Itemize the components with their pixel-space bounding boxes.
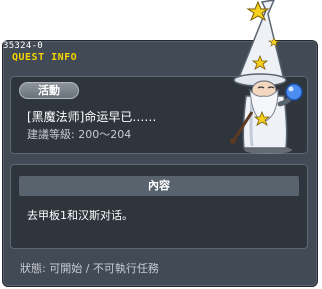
level-requirement: 建議等級: 200～204 [27,128,132,141]
quest-id: 35324-0 [3,41,44,51]
category-badge: 活動 [19,82,79,99]
quest-description: 去甲板1和汉斯对话。 [27,209,133,222]
content-header: 內容 [19,176,299,196]
quest-name: [黑魔法师]命运早已…… [27,110,157,124]
wizard-npc-icon [230,0,303,154]
window-title: QUEST INFO [12,52,78,63]
quest-status: 狀態: 可開始 / 不可執行任務 [20,262,159,275]
